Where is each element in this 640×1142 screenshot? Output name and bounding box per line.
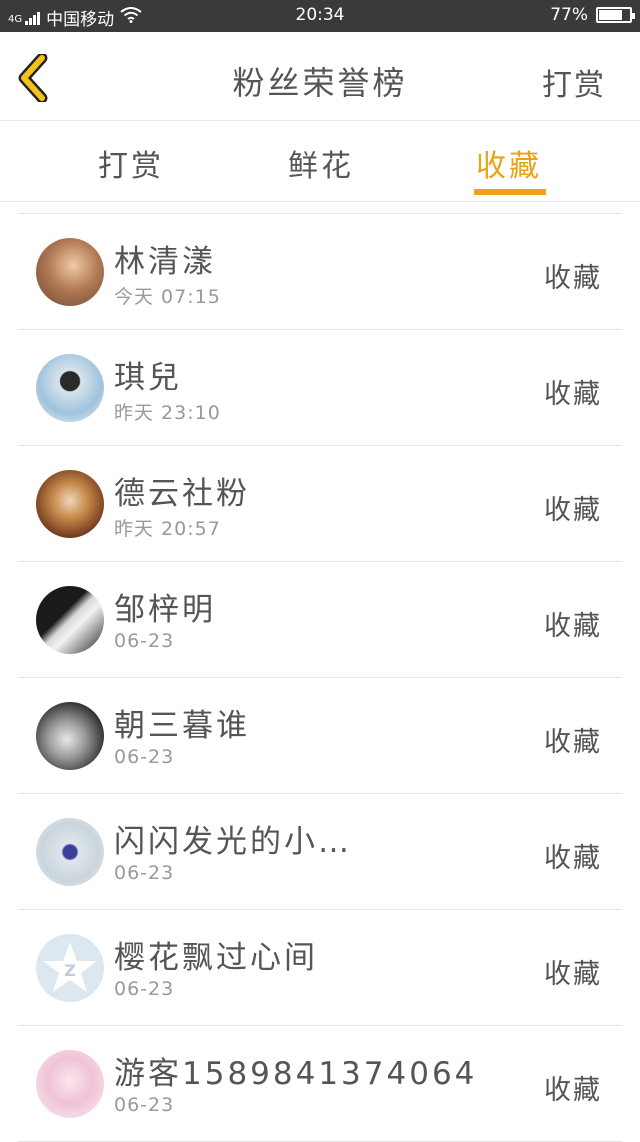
- fan-time: 昨天 20:57: [114, 518, 221, 540]
- list-item[interactable]: 邹梓明 06-23 收藏: [18, 562, 622, 678]
- fan-name: 朝三暮谁: [114, 708, 250, 744]
- tab-reward[interactable]: 打赏: [98, 141, 164, 185]
- fan-time: 06-23: [114, 630, 175, 652]
- avatar: Z: [36, 934, 104, 1002]
- reward-button[interactable]: 打赏: [542, 60, 606, 104]
- status-right: 77%: [550, 5, 635, 25]
- fan-action: 收藏: [544, 611, 602, 642]
- fan-action: 收藏: [544, 1075, 602, 1106]
- fan-time: 06-23: [114, 746, 175, 768]
- tab-favorites[interactable]: 收藏: [476, 141, 542, 185]
- fan-action: 收藏: [544, 959, 602, 990]
- battery-icon: [596, 7, 635, 23]
- fan-time: 昨天 23:10: [114, 402, 221, 424]
- fan-name: 林清漾: [114, 244, 216, 280]
- avatar: [36, 586, 104, 654]
- fan-name: 闪闪发光的小…: [114, 824, 352, 860]
- active-tab-indicator: [474, 189, 546, 195]
- status-bar: 4G 中国移动 20:34 77%: [0, 0, 640, 32]
- avatar: [36, 702, 104, 770]
- battery-percent: 77%: [550, 5, 588, 25]
- list-item[interactable]: 闪闪发光的小… 06-23 收藏: [18, 794, 622, 910]
- avatar: [36, 238, 104, 306]
- fan-name: 琪兒: [114, 360, 182, 396]
- avatar: [36, 470, 104, 538]
- fan-action: 收藏: [544, 495, 602, 526]
- list-item[interactable]: 琪兒 昨天 23:10 收藏: [18, 330, 622, 446]
- list-item[interactable]: 德云社粉 昨天 20:57 收藏: [18, 446, 622, 562]
- fan-time: 06-23: [114, 862, 175, 884]
- fan-action: 收藏: [544, 263, 602, 294]
- fan-action: 收藏: [544, 379, 602, 410]
- fan-action: 收藏: [544, 727, 602, 758]
- avatar: [36, 818, 104, 886]
- list-item[interactable]: 朝三暮谁 06-23 收藏: [18, 678, 622, 794]
- avatar: [36, 1050, 104, 1118]
- fan-time: 06-23: [114, 978, 175, 1000]
- fan-list: 林清漾 今天 07:15 收藏 琪兒 昨天 23:10 收藏 德云社粉 昨天 2…: [18, 213, 622, 1142]
- svg-text:Z: Z: [64, 961, 76, 980]
- fan-name: 邹梓明: [114, 592, 216, 628]
- list-item[interactable]: 游客15898413740­64 06-23 收藏: [18, 1026, 622, 1142]
- list-item[interactable]: 林清漾 今天 07:15 收藏: [18, 214, 622, 330]
- fan-time: 今天 07:15: [114, 286, 221, 308]
- nav-bar: 粉丝荣誉榜 打赏: [0, 32, 640, 121]
- default-star-avatar-icon: Z: [43, 942, 97, 992]
- tab-flowers[interactable]: 鲜花: [288, 141, 354, 185]
- fan-action: 收藏: [544, 843, 602, 874]
- list-item[interactable]: Z 樱花飘过心间 06-23 收藏: [18, 910, 622, 1026]
- fan-name: 樱花飘过心间: [114, 940, 318, 976]
- status-time: 20:34: [295, 5, 345, 25]
- fan-name: 德云社粉: [114, 476, 250, 512]
- avatar: [36, 354, 104, 422]
- fan-name: 游客15898413740­64: [114, 1056, 478, 1092]
- fan-time: 06-23: [114, 1094, 175, 1116]
- battery-fill: [599, 10, 623, 20]
